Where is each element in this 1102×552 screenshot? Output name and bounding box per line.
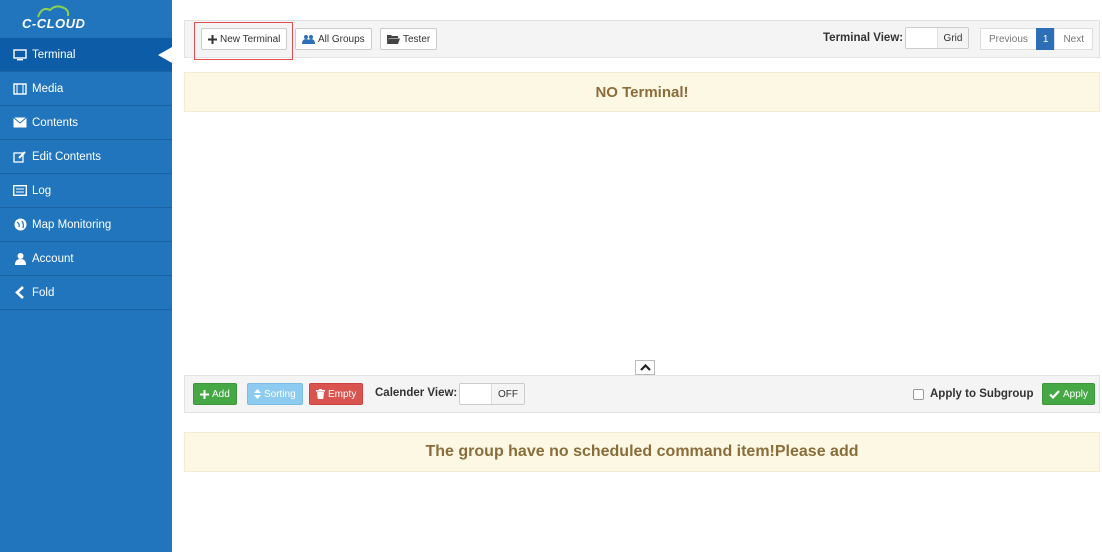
all-groups-button[interactable]: All Groups bbox=[295, 28, 372, 50]
calendar-view-label: Calender View: bbox=[375, 387, 458, 399]
list-icon bbox=[12, 183, 28, 199]
sidebar-item-terminal[interactable]: Terminal bbox=[0, 38, 172, 72]
sidebar-item-label: Log bbox=[32, 184, 52, 197]
calendar-view-value: OFF bbox=[492, 384, 524, 404]
chevron-left-icon bbox=[12, 285, 28, 301]
sorting-label: Sorting bbox=[264, 388, 296, 400]
sidebar-item-label: Terminal bbox=[32, 48, 76, 61]
apply-to-subgroup-label: Apply to Subgroup bbox=[930, 388, 1034, 400]
sort-icon bbox=[254, 389, 261, 399]
empty-button[interactable]: Empty bbox=[309, 383, 364, 405]
plus-icon bbox=[208, 34, 217, 44]
tester-button[interactable]: Tester bbox=[380, 28, 438, 50]
sidebar-item-account[interactable]: Account bbox=[0, 242, 172, 276]
user-icon bbox=[12, 251, 28, 267]
toggle-handle bbox=[460, 384, 492, 404]
sorting-button[interactable]: Sorting bbox=[247, 383, 303, 405]
schedule-toolbar: Add Sorting Empty Calender View: OFF App… bbox=[184, 375, 1100, 413]
apply-button[interactable]: Apply bbox=[1042, 383, 1096, 405]
terminal-toolbar: New Terminal All Groups Tester Terminal … bbox=[184, 20, 1100, 60]
monitor-icon bbox=[12, 47, 28, 63]
film-icon bbox=[12, 81, 28, 97]
sidebar-item-media[interactable]: Media bbox=[0, 72, 172, 106]
apply-label: Apply bbox=[1063, 388, 1089, 400]
globe-icon bbox=[12, 217, 28, 233]
brand-name: C-CLOUD bbox=[22, 16, 86, 31]
terminal-view-toggle[interactable]: Grid bbox=[905, 27, 969, 49]
plus-icon bbox=[200, 389, 209, 399]
sidebar-item-edit-contents[interactable]: Edit Contents bbox=[0, 140, 172, 174]
active-indicator-arrow bbox=[158, 47, 172, 63]
apply-to-subgroup-checkbox[interactable] bbox=[913, 389, 924, 400]
main-content: New Terminal All Groups Tester Terminal … bbox=[184, 0, 1102, 552]
previous-page-button[interactable]: Previous bbox=[979, 28, 1037, 50]
chevron-up-icon bbox=[639, 364, 651, 371]
tester-label: Tester bbox=[403, 33, 431, 45]
no-schedule-notice: The group have no scheduled command item… bbox=[184, 432, 1100, 472]
users-icon bbox=[302, 34, 315, 44]
empty-label: Empty bbox=[328, 388, 357, 400]
sidebar-item-label: Edit Contents bbox=[32, 150, 102, 163]
sidebar-item-label: Media bbox=[32, 82, 64, 95]
sidebar-item-fold[interactable]: Fold bbox=[0, 276, 172, 310]
sidebar-item-label: Fold bbox=[32, 286, 55, 299]
add-label: Add bbox=[212, 388, 230, 400]
terminal-view-label: Terminal View: bbox=[823, 32, 904, 44]
current-page[interactable]: 1 bbox=[1035, 28, 1056, 50]
no-terminal-notice: NO Terminal! bbox=[184, 72, 1100, 112]
folder-open-icon bbox=[387, 34, 400, 44]
sidebar-item-contents[interactable]: Contents bbox=[0, 106, 172, 140]
next-page-button[interactable]: Next bbox=[1054, 28, 1093, 50]
check-icon bbox=[1049, 389, 1060, 399]
calendar-view-toggle[interactable]: OFF bbox=[459, 383, 525, 405]
collapse-toggle-button[interactable] bbox=[635, 360, 655, 375]
new-terminal-button[interactable]: New Terminal bbox=[201, 28, 288, 50]
pagination: Previous 1 Next bbox=[979, 28, 1093, 50]
sidebar-item-label: Account bbox=[32, 252, 74, 265]
sidebar-item-label: Map Monitoring bbox=[32, 218, 112, 231]
toggle-handle bbox=[906, 28, 938, 48]
sidebar-item-label: Contents bbox=[32, 116, 79, 129]
sidebar-item-map-monitoring[interactable]: Map Monitoring bbox=[0, 208, 172, 242]
trash-icon bbox=[316, 389, 325, 399]
new-terminal-label: New Terminal bbox=[220, 33, 281, 45]
all-groups-label: All Groups bbox=[318, 33, 365, 45]
sidebar-item-log[interactable]: Log bbox=[0, 174, 172, 208]
sidebar: C-CLOUD Terminal Media Contents Edit Con… bbox=[0, 0, 172, 552]
logo: C-CLOUD bbox=[0, 0, 172, 38]
terminal-view-value: Grid bbox=[938, 28, 968, 48]
edit-icon bbox=[12, 149, 28, 165]
envelope-icon bbox=[12, 115, 28, 131]
add-button[interactable]: Add bbox=[193, 383, 237, 405]
